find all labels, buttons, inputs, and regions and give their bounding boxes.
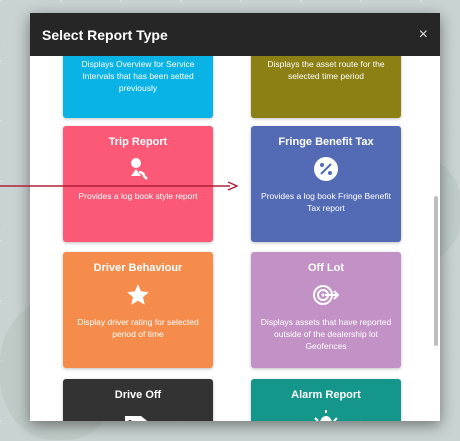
star-icon bbox=[71, 280, 205, 310]
card-description: Provides a log book style report bbox=[78, 191, 198, 201]
report-card-service-intervals[interactable]: Displays Overview for Service Intervals … bbox=[63, 56, 213, 118]
report-card-alarm-report[interactable]: Alarm Report bbox=[251, 379, 401, 421]
card-title: Drive Off bbox=[114, 389, 162, 401]
card-description: Provides a log book Fringe Benefit Tax r… bbox=[261, 191, 391, 213]
card-title: Trip Report bbox=[108, 136, 168, 148]
dialog-title: Select Report Type bbox=[42, 26, 168, 43]
card-description: Displays assets that have reported outsi… bbox=[260, 317, 392, 351]
card-title: Alarm Report bbox=[291, 389, 361, 401]
card-description: Displays Overview for Service Intervals … bbox=[81, 59, 195, 93]
close-button[interactable]: × bbox=[419, 26, 428, 43]
card-title: Off Lot bbox=[307, 262, 345, 274]
target-arrow-icon bbox=[259, 280, 393, 310]
report-card-asset-route[interactable]: Displays the asset route for the selecte… bbox=[251, 56, 401, 118]
card-title: Fringe Benefit Tax bbox=[278, 136, 374, 148]
report-card-driver-behaviour[interactable]: Driver Behaviour Display driver rating f… bbox=[63, 252, 213, 368]
alarm-bell-icon bbox=[259, 407, 393, 421]
report-card-drive-off[interactable]: Drive Off bbox=[63, 379, 213, 421]
map-pin-person-icon bbox=[71, 154, 205, 184]
report-card-fringe-benefit-tax[interactable]: Fringe Benefit Tax Provides a log book F… bbox=[251, 126, 401, 242]
report-type-list[interactable]: Displays Overview for Service Intervals … bbox=[30, 56, 440, 421]
report-card-off-lot[interactable]: Off Lot Displays assets that have report… bbox=[251, 252, 401, 368]
percent-icon bbox=[259, 154, 393, 184]
tag-icon bbox=[71, 407, 205, 421]
dialog-header: Select Report Type × bbox=[30, 13, 440, 56]
card-description: Display driver rating for selected perio… bbox=[77, 317, 199, 339]
annotation-arrow bbox=[0, 181, 238, 191]
select-report-type-dialog: Select Report Type × Displays Overview f… bbox=[30, 13, 440, 421]
card-title: Driver Behaviour bbox=[93, 262, 183, 274]
card-description: Displays the asset route for the selecte… bbox=[267, 59, 385, 81]
scrollbar-thumb[interactable] bbox=[434, 196, 438, 346]
